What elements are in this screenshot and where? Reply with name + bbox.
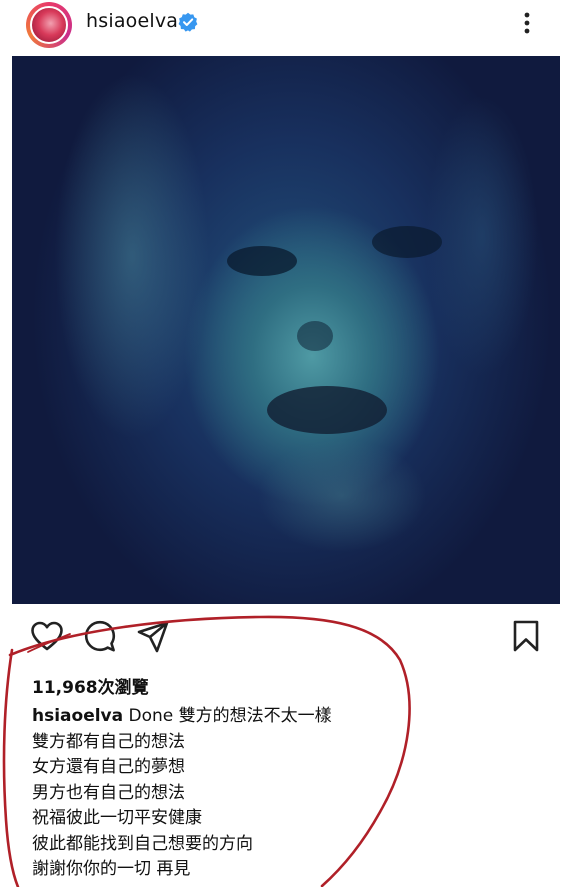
caption-text: Done 雙方的想法不太一樣 bbox=[128, 706, 332, 726]
paper-plane-icon[interactable] bbox=[137, 621, 169, 653]
caption-first-line: hsiaoelva Done 雙方的想法不太一樣 bbox=[32, 704, 552, 730]
caption-line: 祝福彼此一切平安健康 bbox=[32, 808, 202, 828]
caption-line: 謝謝你你的一切 再見 bbox=[32, 859, 191, 879]
post-photo[interactable] bbox=[12, 56, 560, 604]
post-caption: hsiaoelva Done 雙方的想法不太一樣 雙方都有自己的想法 女方還有自… bbox=[32, 704, 552, 883]
post-action-bar bbox=[0, 616, 570, 656]
caption-username[interactable]: hsiaoelva bbox=[32, 706, 123, 726]
username[interactable]: hsiaoelva bbox=[86, 10, 178, 32]
verified-badge-icon bbox=[178, 12, 198, 32]
comment-bubble-icon[interactable] bbox=[83, 620, 117, 654]
more-vertical-icon[interactable] bbox=[520, 10, 534, 36]
caption-line: 彼此都能找到自己想要的方向 bbox=[32, 833, 253, 854]
caption-line: 男方也有自己的想法 bbox=[32, 782, 185, 803]
view-count[interactable]: 11,968次瀏覽 bbox=[32, 673, 149, 698]
caption-line: 女方還有自己的夢想 bbox=[32, 757, 185, 777]
avatar[interactable] bbox=[26, 2, 72, 48]
bookmark-icon[interactable] bbox=[512, 620, 540, 652]
post-header: hsiaoelva bbox=[0, 0, 570, 50]
heart-icon[interactable] bbox=[30, 620, 64, 652]
caption-line: 雙方都有自己的想法 bbox=[32, 731, 185, 752]
